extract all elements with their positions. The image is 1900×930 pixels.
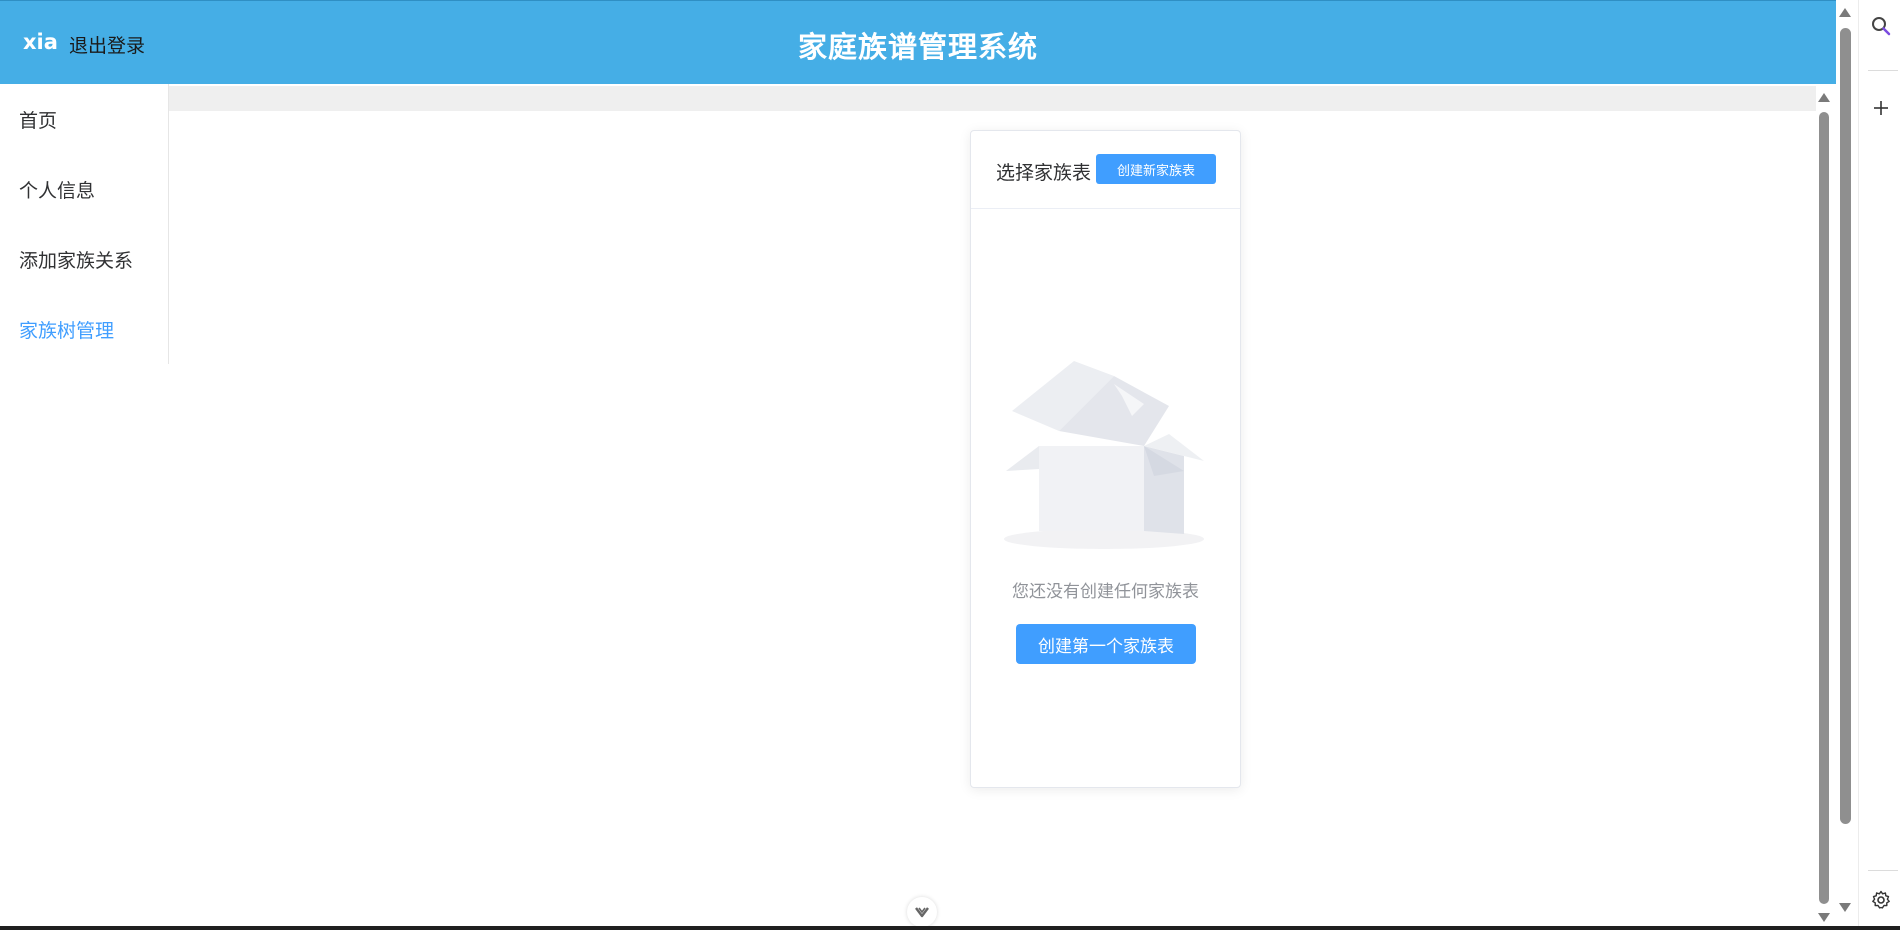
page-scrollbar[interactable] — [1836, 0, 1855, 930]
empty-box-illustration — [1004, 361, 1204, 549]
content-topbar — [169, 86, 1816, 111]
sidebar-item-add-relation[interactable]: 添加家族关系 — [19, 246, 133, 273]
page-scroll-thumb[interactable] — [1840, 28, 1851, 824]
page-scroll-down-arrow-icon[interactable] — [1839, 903, 1851, 912]
scroll-to-bottom-button[interactable] — [907, 897, 937, 927]
sidebar-item-profile[interactable]: 个人信息 — [19, 176, 95, 203]
scroll-up-arrow-icon[interactable] — [1818, 93, 1830, 102]
create-first-family-table-button[interactable]: 创建第一个家族表 — [1016, 624, 1196, 664]
empty-state-text: 您还没有创建任何家族表 — [1012, 582, 1199, 602]
sidebar-item-home[interactable]: 首页 — [19, 106, 57, 133]
card-header: 选择家族表 创建新家族表 — [971, 131, 1240, 209]
search-icon[interactable] — [1870, 15, 1892, 37]
browser-side-rail — [1858, 0, 1900, 930]
family-table-card: 选择家族表 创建新家族表 您还没有创建任何家族表 创建第一个家族表 — [970, 130, 1241, 788]
card-title: 选择家族表 — [996, 162, 1092, 184]
scroll-down-arrow-icon[interactable] — [1818, 913, 1830, 922]
chevron-down-icon — [915, 907, 929, 918]
content-scrollbar[interactable] — [1818, 93, 1830, 922]
gear-icon[interactable] — [1871, 890, 1891, 910]
page-scroll-up-arrow-icon[interactable] — [1839, 8, 1851, 17]
rail-divider — [1868, 870, 1898, 871]
rail-divider — [1868, 70, 1898, 71]
sidebar: 首页 个人信息 添加家族关系 家族树管理 — [0, 84, 169, 364]
app-header: xia 退出登录 家庭族谱管理系统 — [0, 0, 1836, 84]
scroll-thumb[interactable] — [1819, 112, 1829, 904]
app-title: 家庭族谱管理系统 — [797, 30, 1038, 64]
plus-icon[interactable] — [1872, 99, 1890, 117]
window-bottom-edge — [0, 926, 1900, 930]
sidebar-item-tree-management[interactable]: 家族树管理 — [19, 316, 114, 343]
create-new-family-table-button[interactable]: 创建新家族表 — [1096, 154, 1216, 184]
